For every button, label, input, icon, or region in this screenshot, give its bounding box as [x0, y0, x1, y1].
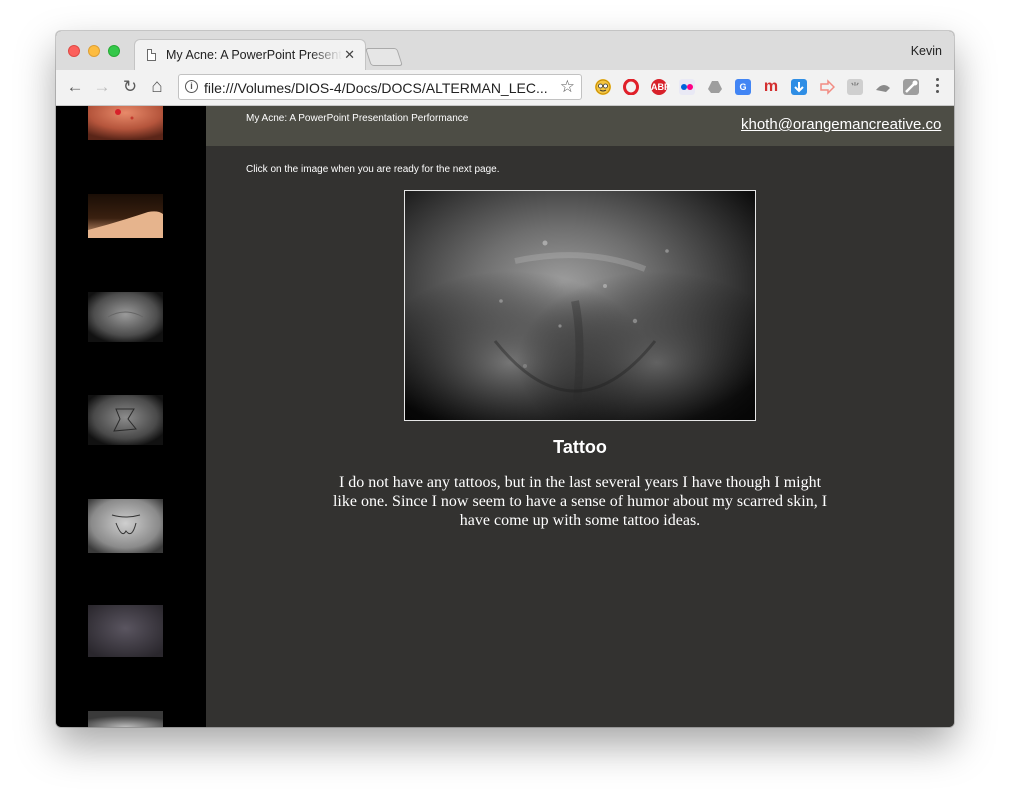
translate-icon[interactable]: G	[735, 79, 751, 95]
menu-kebab-icon[interactable]	[936, 78, 940, 96]
email-link[interactable]: khoth@orangemancreative.co	[741, 116, 941, 133]
tab-close-icon[interactable]: ✕	[344, 47, 355, 63]
browser-toolbar: ← → ↻ ⌂ i file:///Volumes/DIOS-4/Docs/DO…	[56, 70, 954, 106]
address-bar[interactable]: i file:///Volumes/DIOS-4/Docs/DOCS/ALTER…	[178, 74, 582, 100]
url-text[interactable]: file:///Volumes/DIOS-4/Docs/DOCS/ALTERMA…	[204, 80, 548, 96]
wrench-icon[interactable]	[903, 79, 919, 95]
page-icon	[147, 49, 156, 61]
maximize-window-button[interactable]	[108, 45, 120, 57]
arm-thumb[interactable]	[88, 194, 163, 238]
slide-image[interactable]	[404, 190, 756, 421]
tab-active[interactable]: My Acne: A PowerPoint Presentation Perfo…	[134, 39, 366, 70]
instruction-text: Click on the image when you are ready fo…	[246, 164, 500, 175]
skin-dark-thumb[interactable]	[88, 605, 163, 657]
site-header: My Acne: A PowerPoint Presentation Perfo…	[206, 106, 954, 146]
page-viewport: My Acne: A PowerPoint Presentation Perfo…	[56, 106, 954, 727]
new-tab-button[interactable]	[365, 48, 403, 66]
download-icon[interactable]	[791, 79, 807, 95]
eye-icon[interactable]	[875, 79, 891, 95]
chest-tattoo-thumb[interactable]	[88, 395, 163, 445]
slide-title: Tattoo	[553, 437, 607, 457]
tab-title: My Acne: A PowerPoint Presentation Perfo…	[166, 48, 342, 62]
main-content: Click on the image when you are ready fo…	[206, 146, 954, 727]
drive-icon[interactable]	[707, 79, 723, 95]
opera-icon[interactable]	[623, 78, 639, 96]
forward-button[interactable]: →	[91, 76, 113, 98]
reload-button[interactable]: ↻	[119, 76, 141, 98]
home-button[interactable]: ⌂	[146, 76, 168, 98]
info-icon[interactable]: i	[185, 80, 198, 93]
tab-strip: My Acne: A PowerPoint Presentation Perfo…	[56, 31, 954, 71]
bookmark-star-icon[interactable]: ☆	[560, 77, 575, 97]
m-icon[interactable]: m	[763, 79, 779, 95]
back-button[interactable]: ←	[64, 76, 86, 98]
flickr-icon[interactable]	[679, 79, 695, 95]
close-window-button[interactable]	[68, 45, 80, 57]
chest-partial-thumb[interactable]	[88, 711, 163, 727]
slide-text: I do not have any tattoos, but in the la…	[332, 474, 828, 529]
thumbnail-filmstrip	[56, 106, 206, 727]
chest-tattoo-light-thumb[interactable]	[88, 499, 163, 553]
adblock-icon[interactable]: ABP	[651, 79, 670, 95]
emoji-icon[interactable]	[595, 79, 611, 95]
profile-name[interactable]: Kevin	[911, 44, 942, 58]
minimize-window-button[interactable]	[88, 45, 100, 57]
browser-window: My Acne: A PowerPoint Presentation Perfo…	[56, 31, 954, 727]
chest-photo[interactable]	[405, 191, 755, 420]
arrow-icon[interactable]	[819, 79, 836, 95]
red-skin-thumb[interactable]	[88, 106, 163, 140]
site-title: My Acne: A PowerPoint Presentation Perfo…	[246, 113, 469, 124]
tool-icon[interactable]: ⺌	[847, 79, 863, 95]
chest-gray-thumb[interactable]	[88, 292, 163, 342]
